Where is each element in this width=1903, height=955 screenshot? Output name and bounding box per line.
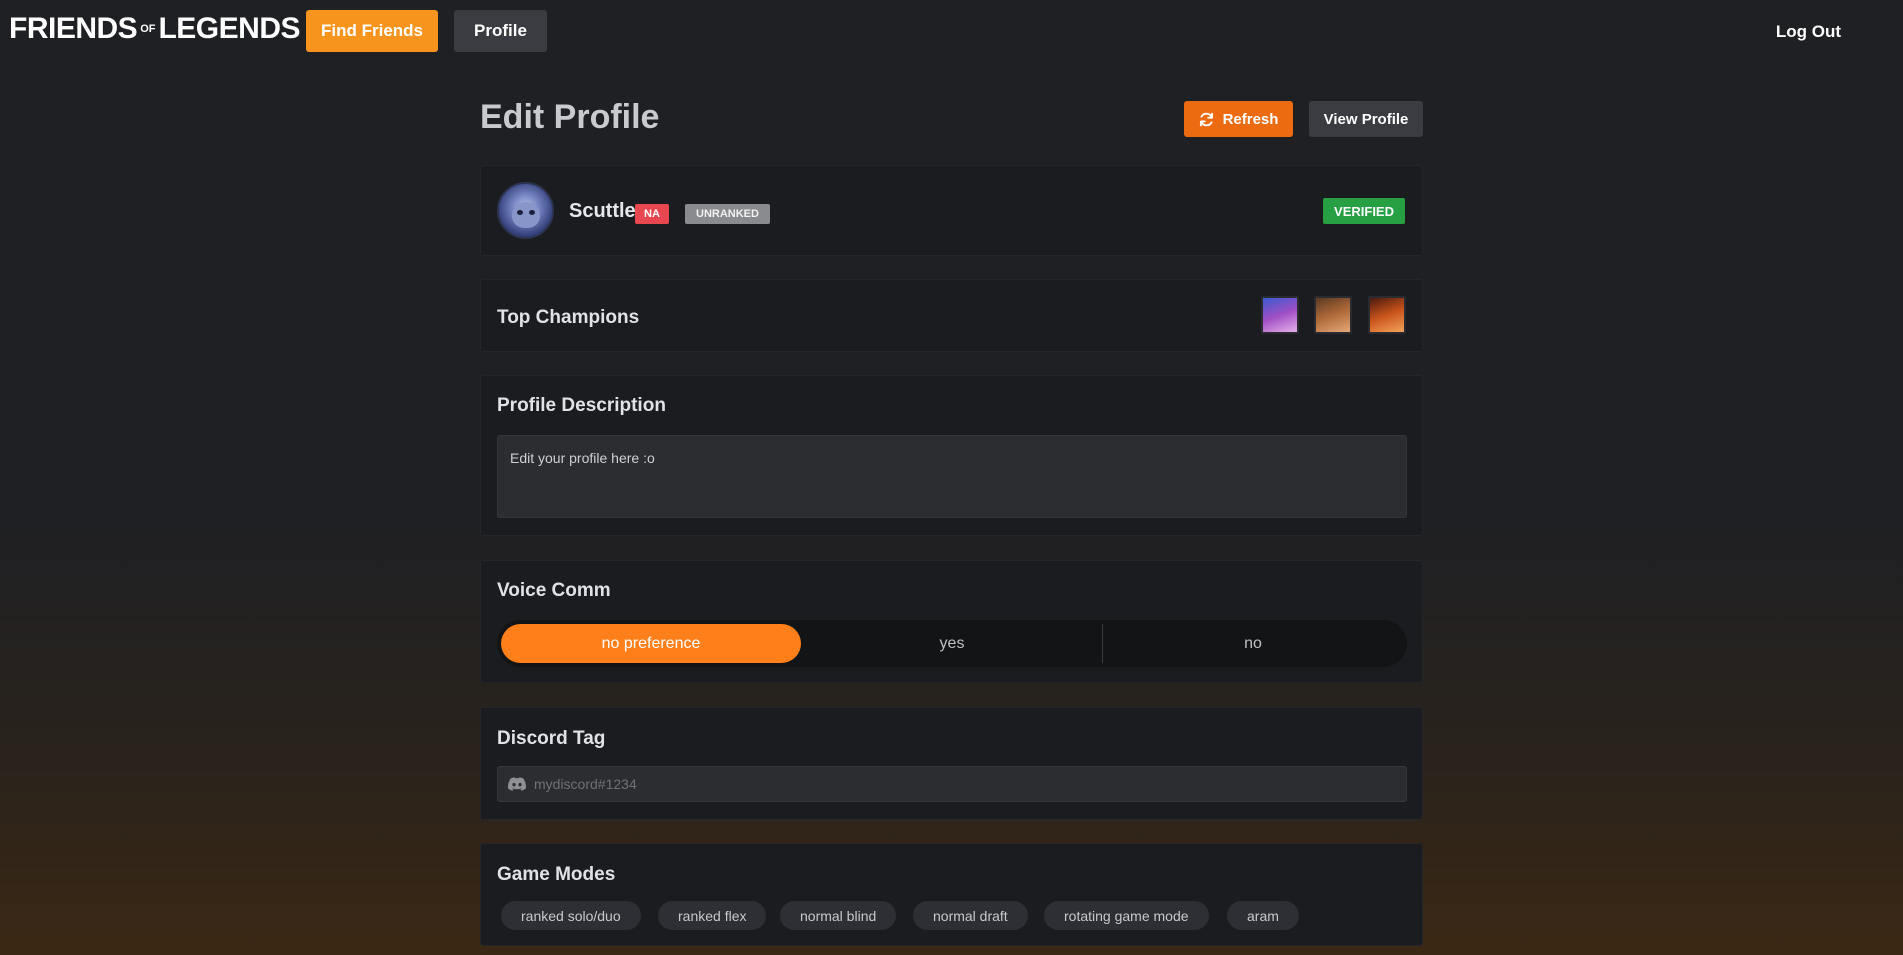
champion-portrait-1[interactable] bbox=[1261, 296, 1299, 334]
rank-badge: UNRANKED bbox=[685, 204, 770, 224]
refresh-label: Refresh bbox=[1222, 110, 1279, 128]
game-mode-chip-rotating[interactable]: rotating game mode bbox=[1044, 901, 1209, 930]
region-badge: NA bbox=[635, 204, 669, 224]
app-logo[interactable]: FRIENDS OF LEGENDS bbox=[9, 14, 300, 44]
top-navbar: FRIENDS OF LEGENDS Find Friends Profile … bbox=[0, 0, 1903, 64]
voice-comm-title: Voice Comm bbox=[497, 580, 611, 601]
game-mode-chip-aram[interactable]: aram bbox=[1227, 901, 1299, 930]
find-friends-button[interactable]: Find Friends bbox=[306, 10, 438, 52]
profile-summary-card: Scuttle NA UNRANKED VERIFIED bbox=[480, 165, 1423, 256]
voice-option-yes[interactable]: yes bbox=[802, 624, 1102, 663]
profile-nav-button[interactable]: Profile bbox=[454, 10, 547, 52]
game-mode-chip-ranked-flex[interactable]: ranked flex bbox=[658, 901, 767, 930]
game-modes-card: Game Modes ranked solo/duo ranked flex n… bbox=[480, 843, 1423, 946]
game-mode-chip-normal-draft[interactable]: normal draft bbox=[913, 901, 1028, 930]
voice-option-no[interactable]: no bbox=[1103, 624, 1403, 663]
page-title: Edit Profile bbox=[480, 98, 660, 136]
avatar bbox=[497, 182, 554, 239]
discord-tag-card: Discord Tag bbox=[480, 707, 1423, 820]
voice-comm-card: Voice Comm no preference yes no bbox=[480, 560, 1423, 683]
champion-portrait-3[interactable] bbox=[1368, 296, 1406, 334]
game-mode-chip-normal-blind[interactable]: normal blind bbox=[780, 901, 897, 930]
game-modes-title: Game Modes bbox=[497, 864, 616, 885]
logo-text-legends: LEGENDS bbox=[158, 12, 300, 45]
champion-portrait-2[interactable] bbox=[1314, 296, 1352, 334]
discord-tag-input[interactable] bbox=[534, 767, 1394, 801]
voice-option-no-preference[interactable]: no preference bbox=[501, 624, 801, 663]
top-champions-title: Top Champions bbox=[497, 307, 640, 328]
username: Scuttle bbox=[569, 200, 636, 222]
verified-badge: VERIFIED bbox=[1323, 198, 1405, 224]
profile-description-textarea[interactable]: Edit your profile here :o bbox=[497, 435, 1407, 518]
discord-tag-title: Discord Tag bbox=[497, 728, 606, 749]
logo-text-of: OF bbox=[140, 22, 156, 35]
game-mode-chip-ranked-solo-duo[interactable]: ranked solo/duo bbox=[501, 901, 641, 930]
voice-comm-selector: no preference yes no bbox=[497, 620, 1407, 667]
top-champions-card: Top Champions bbox=[480, 279, 1423, 352]
logout-link[interactable]: Log Out bbox=[1776, 22, 1841, 42]
profile-description-title: Profile Description bbox=[497, 395, 666, 416]
profile-description-card: Profile Description Edit your profile he… bbox=[480, 375, 1423, 536]
refresh-icon bbox=[1199, 112, 1213, 126]
discord-tag-field bbox=[497, 766, 1407, 802]
discord-icon bbox=[508, 777, 526, 791]
view-profile-button[interactable]: View Profile bbox=[1309, 101, 1423, 137]
logo-text-friends: FRIENDS bbox=[9, 12, 138, 45]
refresh-button[interactable]: Refresh bbox=[1184, 101, 1293, 137]
